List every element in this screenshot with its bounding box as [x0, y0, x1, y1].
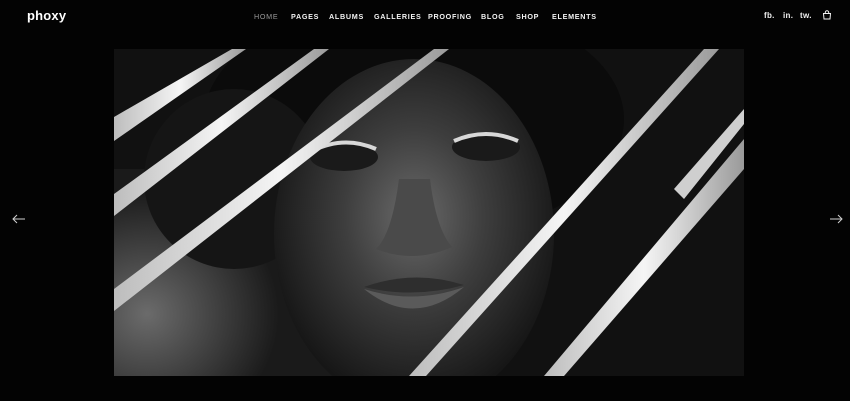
social-link-facebook[interactable]: fb.	[764, 11, 775, 20]
nav-item-home[interactable]: HOME	[254, 12, 278, 21]
nav-item-proofing[interactable]: PROOFING	[428, 12, 472, 21]
nav-item-galleries[interactable]: GALLERIES	[374, 12, 421, 21]
social-link-instagram[interactable]: in.	[783, 11, 793, 20]
nav-item-blog[interactable]: BLOG	[481, 12, 505, 21]
main-nav: HOME PAGES ALBUMS GALLERIES PROOFING BLO…	[0, 12, 850, 24]
site-header: phoxy HOME PAGES ALBUMS GALLERIES PROOFI…	[0, 0, 850, 34]
nav-item-albums[interactable]: ALBUMS	[329, 12, 364, 21]
arrow-right-icon[interactable]	[829, 213, 843, 225]
arrow-left-icon[interactable]	[12, 213, 26, 225]
nav-item-pages[interactable]: PAGES	[291, 12, 319, 21]
nav-item-elements[interactable]: ELEMENTS	[552, 12, 597, 21]
portrait-photo	[114, 49, 744, 376]
nav-item-shop[interactable]: SHOP	[516, 12, 539, 21]
hero-slider[interactable]	[114, 49, 744, 376]
social-link-twitter[interactable]: tw.	[800, 11, 812, 20]
shopping-bag-icon[interactable]	[822, 10, 832, 20]
